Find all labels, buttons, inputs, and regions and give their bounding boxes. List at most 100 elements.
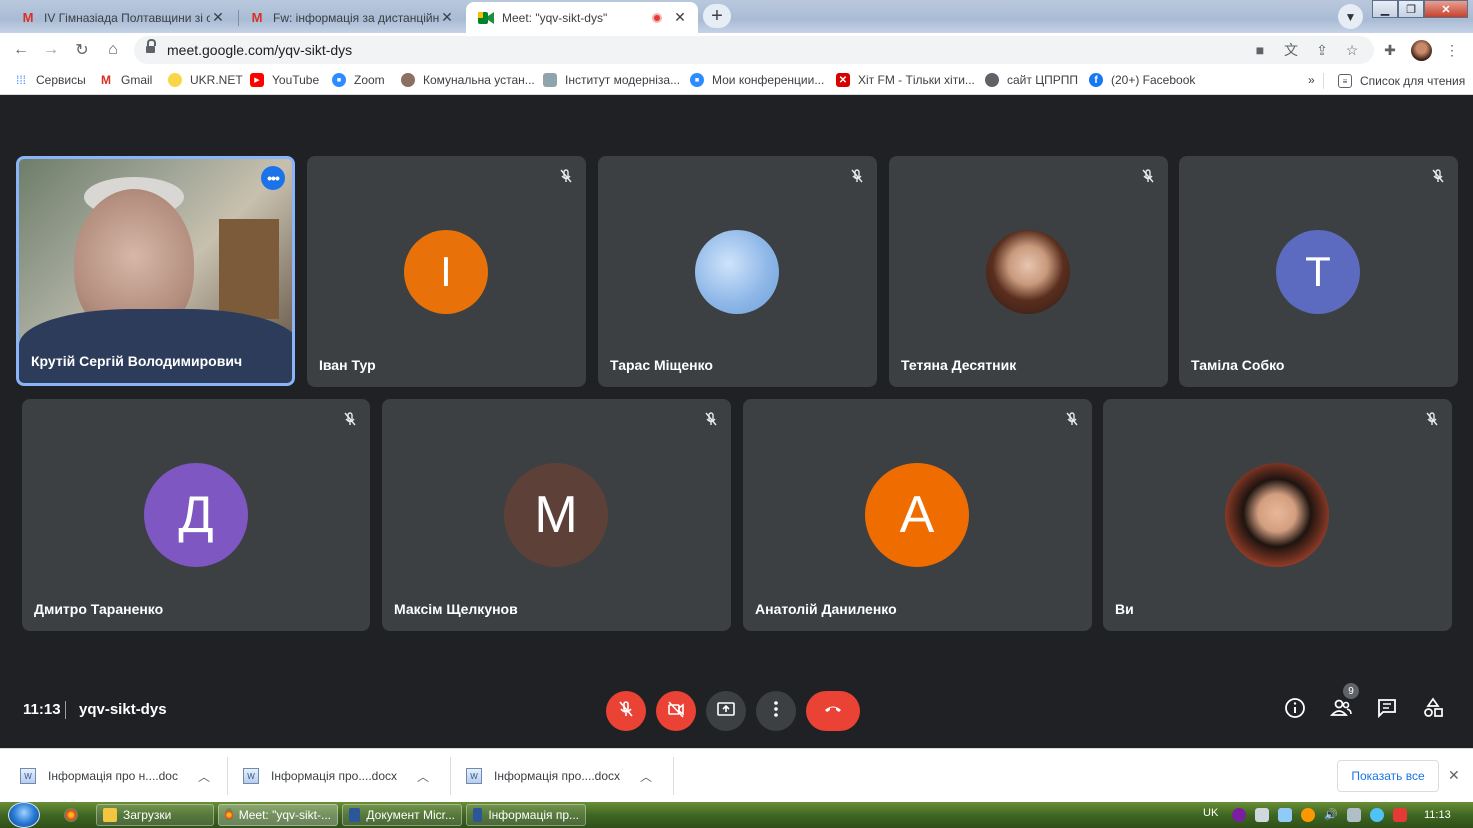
taskbar-label: Загрузки <box>123 808 172 822</box>
participant-avatar: М <box>504 463 608 567</box>
tray-app-icon[interactable] <box>1255 808 1269 822</box>
bookmark-services[interactable]: ⁞⁞⁞ Сервисы <box>14 73 86 87</box>
bookmark-instytut[interactable]: Інститут модерніза... <box>543 73 680 87</box>
meeting-details-button[interactable] <box>1283 697 1307 724</box>
toggle-microphone-button[interactable] <box>606 691 646 731</box>
forward-arrow-icon[interactable]: → <box>40 39 62 61</box>
new-tab-button[interactable]: + <box>703 4 731 28</box>
bookmark-youtube[interactable]: ▶ YouTube <box>250 73 319 87</box>
bookmark-tsprpp[interactable]: сайт ЦПРПП <box>985 73 1078 87</box>
close-icon[interactable]: ✕ <box>1448 767 1460 784</box>
participant-avatar: І <box>404 230 488 314</box>
address-bar[interactable]: meet.google.com/yqv-sikt-dys <box>134 36 1374 64</box>
tray-app-icon[interactable] <box>1278 808 1292 822</box>
restore-button[interactable]: ❐ <box>1398 0 1424 18</box>
info-icon <box>1284 697 1306 724</box>
site-icon <box>543 73 557 87</box>
participant-photo-avatar <box>986 230 1070 314</box>
activities-button[interactable] <box>1421 697 1445 722</box>
bookmarks-bar: ⁞⁞⁞ Сервисы M Gmail UKR.NET ▶ YouTube ■ … <box>0 67 1473 95</box>
bookmark-gmail[interactable]: M Gmail <box>99 73 152 87</box>
bookmarks-overflow-button[interactable]: » <box>1308 73 1315 87</box>
start-button[interactable] <box>8 802 40 828</box>
system-clock[interactable]: 11:13 <box>1424 809 1451 821</box>
viber-icon[interactable] <box>1232 808 1246 822</box>
mic-off-icon <box>342 411 358 427</box>
participant-tile[interactable]: Т Таміла Собко <box>1179 156 1458 387</box>
more-options-icon[interactable]: ••• <box>261 166 285 190</box>
zoom-icon: ■ <box>690 73 704 87</box>
participant-tile[interactable]: Тарас Міщенко <box>598 156 877 387</box>
language-indicator[interactable]: UK <box>1203 807 1218 819</box>
show-all-downloads-button[interactable]: Показать все <box>1337 760 1439 792</box>
participant-tile[interactable]: Тетяна Десятник <box>889 156 1168 387</box>
close-icon[interactable]: ✕ <box>672 9 688 26</box>
present-screen-button[interactable] <box>706 691 746 731</box>
tab-fw-informatsiya[interactable]: M Fw: інформація за дистанційне навчання… <box>237 2 465 33</box>
window-close-button[interactable]: ✕ <box>1424 0 1468 18</box>
tab-meet[interactable]: Meet: "yqv-sikt-dys" ✕ <box>466 2 698 33</box>
overflow-label: » <box>1308 73 1315 87</box>
word-document-icon: W <box>466 768 482 784</box>
tab-gimnaziada[interactable]: M IV Гімназіада Полтавщини зі спорту ✕ <box>8 2 236 33</box>
recording-indicator-icon <box>652 12 662 23</box>
taskbar-item-informatsiya[interactable]: Інформація пр... <box>466 804 586 826</box>
tray-app-icon[interactable] <box>1370 808 1384 822</box>
meet-controls-bar: 11:13 yqv-sikt-dys 9 <box>0 680 1473 740</box>
participant-tile[interactable]: Д Дмитро Тараненко <box>22 399 370 631</box>
participant-tile-self[interactable]: Ви <box>1103 399 1452 631</box>
gmail-icon: M <box>22 10 34 25</box>
download-item[interactable]: W Інформація про н....doc ︿ <box>20 749 210 803</box>
taskbar-item-meet[interactable]: Meet: "yqv-sikt-... <box>218 804 338 826</box>
network-icon[interactable] <box>1347 808 1361 822</box>
people-button[interactable] <box>1329 698 1353 722</box>
participant-tile[interactable]: А Анатолій Даниленко <box>743 399 1092 631</box>
reading-list-button[interactable]: ≡ Список для чтения <box>1323 73 1465 89</box>
ukrnet-icon <box>168 73 182 87</box>
extensions-puzzle-icon[interactable]: ✚ <box>1380 39 1400 61</box>
chevron-up-icon[interactable]: ︿ <box>417 768 429 785</box>
camera-in-use-icon[interactable]: ■ <box>1250 39 1270 61</box>
participant-tile[interactable]: М Максім Щелкунов <box>382 399 731 631</box>
taskbar-item-downloads[interactable]: Загрузки <box>96 804 214 826</box>
bookmark-label: Комунальна устан... <box>423 73 535 87</box>
toggle-camera-button[interactable] <box>656 691 696 731</box>
leave-call-button[interactable] <box>806 691 860 731</box>
bookmark-star-icon[interactable]: ☆ <box>1342 39 1362 61</box>
reload-icon[interactable]: ↻ <box>71 39 93 61</box>
tray-app-icon[interactable] <box>1301 808 1315 822</box>
bookmark-facebook[interactable]: f (20+) Facebook <box>1089 73 1195 87</box>
chat-button[interactable] <box>1375 698 1399 722</box>
download-item[interactable]: W Інформація про....docx ︿ <box>466 749 652 803</box>
chevron-up-icon[interactable]: ︿ <box>640 768 652 785</box>
translate-icon[interactable]: 文 <box>1281 39 1301 61</box>
tab-search-chevron-icon[interactable]: ▼ <box>1338 4 1363 29</box>
chevron-up-icon[interactable]: ︿ <box>198 768 210 785</box>
browser-tabstrip: M IV Гімназіада Полтавщини зі спорту ✕ M… <box>0 0 1473 33</box>
download-item[interactable]: W Інформація про....docx ︿ <box>243 749 429 803</box>
profile-avatar[interactable] <box>1411 40 1432 61</box>
bookmark-zoom[interactable]: ■ Zoom <box>332 73 385 87</box>
home-icon[interactable]: ⌂ <box>102 39 124 61</box>
back-arrow-icon[interactable]: ← <box>10 39 32 61</box>
participant-tile-video[interactable]: ••• Крутій Сергій Володимирович <box>16 156 295 386</box>
chrome-icon[interactable] <box>64 808 78 822</box>
url-text: meet.google.com/yqv-sikt-dys <box>167 42 353 58</box>
close-icon[interactable]: ✕ <box>210 9 226 26</box>
meet-stage: ••• Крутій Сергій Володимирович І Іван Т… <box>0 96 1473 748</box>
participant-tile[interactable]: І Іван Тур <box>307 156 586 387</box>
volume-icon[interactable]: 🔊 <box>1324 808 1338 822</box>
video-background <box>19 309 292 383</box>
more-options-button[interactable] <box>756 691 796 731</box>
bookmark-konferentsii[interactable]: ■ Мои конференции... <box>690 73 824 87</box>
menu-kebab-icon[interactable]: ⋮ <box>1442 39 1462 61</box>
taskbar-item-word-document[interactable]: Документ Micr... <box>342 804 462 826</box>
bookmark-hitfm[interactable]: ✕ Хіт FM - Тільки хіти... <box>836 73 975 87</box>
share-icon[interactable]: ⇪ <box>1312 39 1332 61</box>
close-icon[interactable]: ✕ <box>439 9 455 26</box>
action-center-icon[interactable] <box>1393 808 1407 822</box>
bookmark-ukrnet[interactable]: UKR.NET <box>168 73 243 87</box>
minimize-button[interactable]: ▁ <box>1372 0 1398 18</box>
bookmark-komunalna[interactable]: Комунальна устан... <box>401 73 535 87</box>
participant-avatar: А <box>865 463 969 567</box>
